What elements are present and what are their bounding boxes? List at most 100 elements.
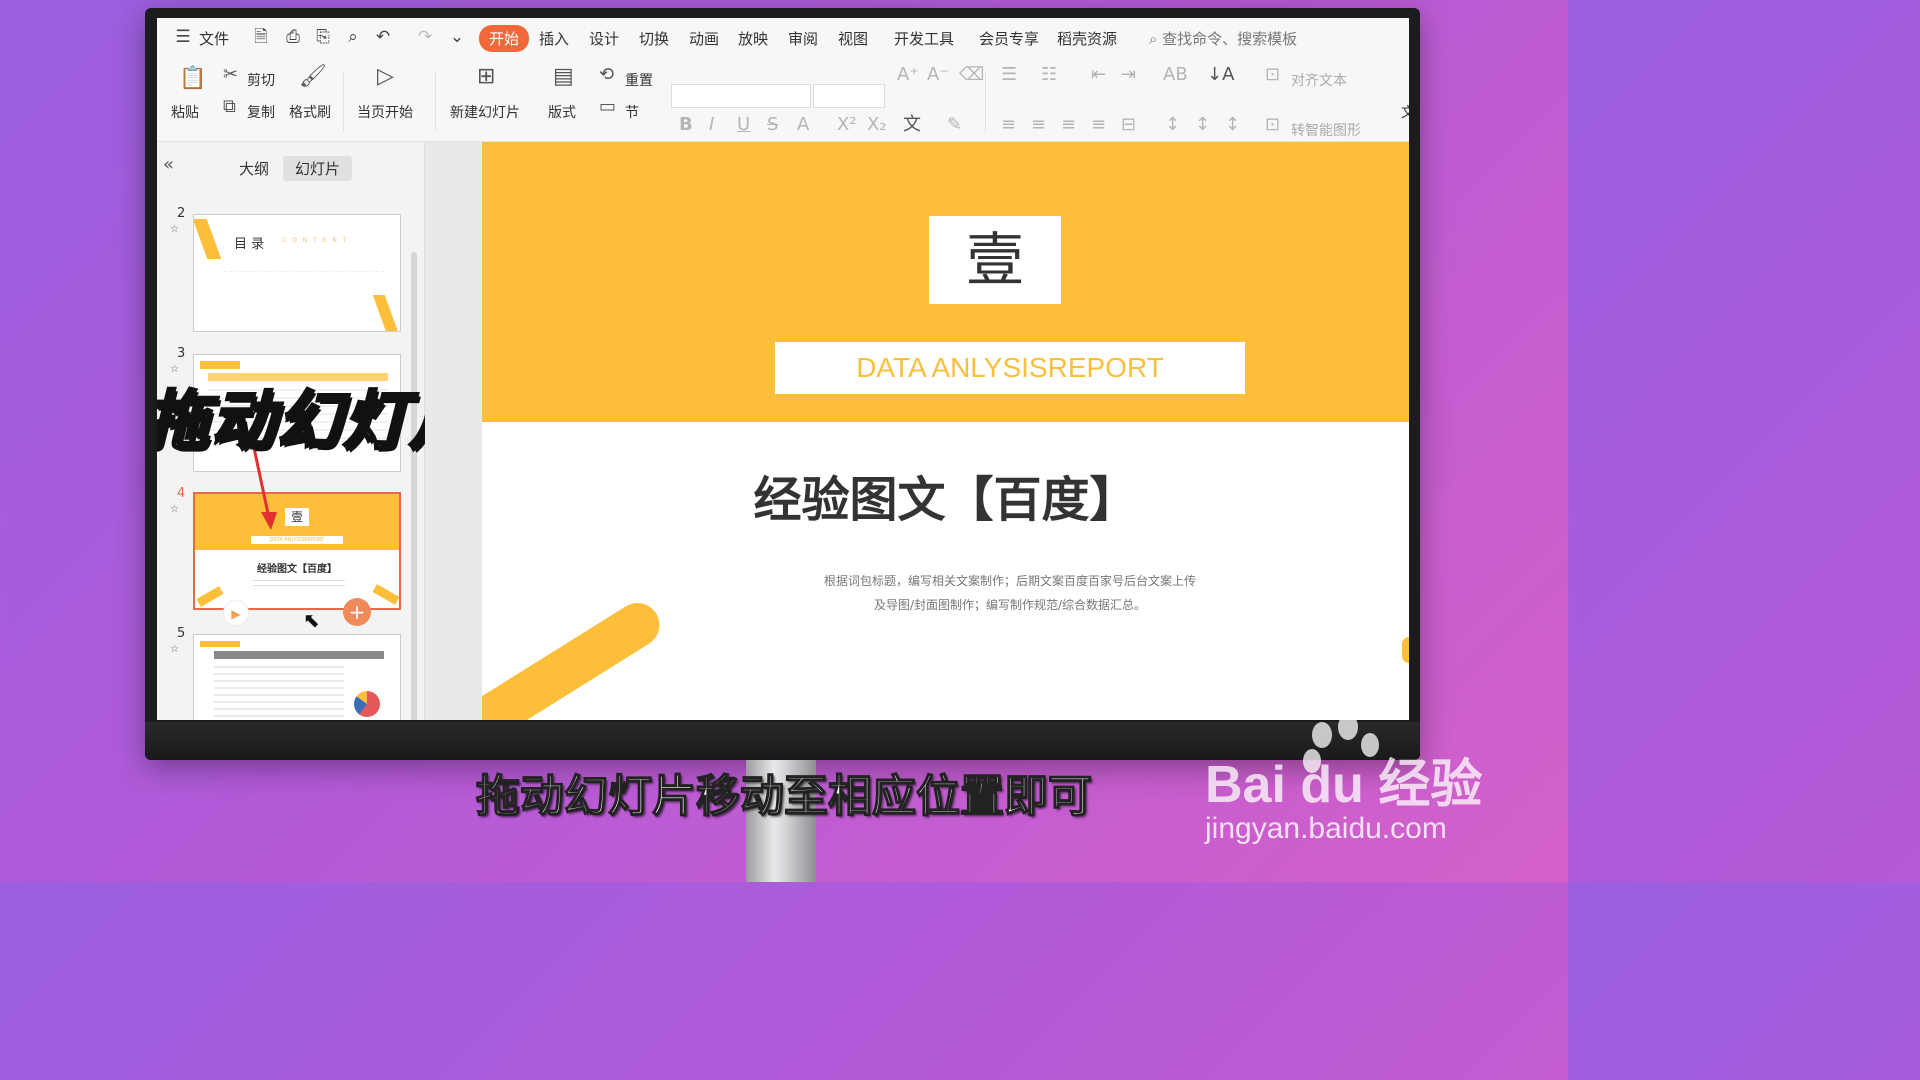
slide-subtitle-box[interactable]: DATA ANLYSISREPORT	[775, 342, 1245, 394]
thumb-content	[224, 271, 384, 305]
hamburger-menu-icon[interactable]: ☰	[173, 27, 193, 47]
decrease-indent-icon[interactable]: ⇤	[1091, 66, 1106, 84]
tab-transition[interactable]: 切换	[639, 28, 669, 49]
tab-slideshow[interactable]: 放映	[738, 28, 768, 49]
highlight-icon[interactable]: ✎	[947, 116, 962, 134]
thumbnail-scrollbar[interactable]	[411, 252, 417, 720]
current-slide-canvas[interactable]: 壹 DATA ANLYSISREPORT 经验图文【百度】 根据词包标题，编写相…	[482, 142, 1409, 720]
text-box-icon[interactable]: AB	[1163, 66, 1188, 84]
strikethrough-icon[interactable]: S	[767, 116, 778, 134]
export-icon[interactable]: ⎙	[283, 27, 303, 47]
slide-number: 5	[177, 626, 186, 641]
thumb-deco	[200, 641, 240, 647]
copy-button[interactable]: 复制	[247, 102, 275, 122]
tab-design[interactable]: 设计	[589, 28, 619, 49]
thumb-subtitle: C O N T E N T	[282, 237, 349, 244]
underline-icon[interactable]: U	[737, 116, 750, 134]
new-slide-button[interactable]: 新建幻灯片	[450, 102, 520, 122]
print-preview-icon[interactable]: ⌕	[343, 27, 363, 47]
bullet-list-icon[interactable]: ☰	[1001, 66, 1017, 84]
slide-number: 3	[177, 346, 186, 361]
slide-thumbnail-5[interactable]	[193, 634, 401, 720]
save-icon[interactable]: 🗎	[251, 27, 271, 47]
tab-slides[interactable]: 幻灯片	[283, 156, 353, 181]
section-button[interactable]: 节	[625, 102, 639, 122]
tab-insert[interactable]: 插入	[539, 28, 569, 49]
tab-outline[interactable]: 大纲	[227, 156, 281, 181]
layout-button[interactable]: 版式	[548, 102, 576, 122]
undo-icon[interactable]: ↶	[373, 27, 393, 47]
font-color-icon[interactable]: A	[797, 116, 809, 134]
spacing-dropdown-icon[interactable]: ↕	[1225, 116, 1240, 134]
superscript-icon[interactable]: X²	[837, 116, 857, 134]
smart-shape-icon[interactable]: ⊡	[1265, 116, 1280, 134]
font-family-select[interactable]	[671, 84, 811, 108]
thumb-pie-chart	[354, 691, 380, 717]
font-shrink-icon[interactable]: A⁻	[927, 66, 949, 84]
watermark-brand: Bai du 经验	[1205, 756, 1483, 814]
thumb-deco	[372, 584, 399, 605]
redo-icon[interactable]: ↷	[415, 27, 435, 47]
format-painter-button[interactable]: 格式刷	[289, 102, 331, 122]
slide-number-badge[interactable]: 壹	[929, 216, 1061, 304]
print-icon[interactable]: ⎘	[313, 27, 333, 47]
align-center-icon[interactable]: ≡	[1031, 116, 1046, 134]
tab-animation[interactable]: 动画	[689, 28, 719, 49]
command-search[interactable]: ⌕ 查找命令、搜索模板	[1149, 28, 1297, 49]
smart-shape-button[interactable]: 转智能图形	[1291, 120, 1361, 140]
distribute-icon[interactable]: ⊟	[1121, 116, 1136, 134]
phonetic-icon[interactable]: 文	[903, 116, 921, 134]
subscript-icon[interactable]: X₂	[867, 116, 887, 134]
play-icon[interactable]: ▷	[377, 66, 394, 88]
thumb-sub: DATA ANLYSISREPORT	[251, 536, 343, 544]
quick-access-dropdown-icon[interactable]: ⌄	[447, 27, 467, 47]
slide-thumbnail-4[interactable]: 壹 DATA ANLYSISREPORT 经验图文【百度】	[193, 492, 401, 610]
play-slide-icon[interactable]: ▶	[223, 600, 249, 626]
start-from-current-button[interactable]: 当页开始	[357, 102, 413, 122]
search-icon: ⌕	[1149, 30, 1163, 48]
tab-review[interactable]: 审阅	[788, 28, 818, 49]
bold-icon[interactable]: B	[679, 116, 693, 134]
tab-home[interactable]: 开始	[479, 25, 530, 52]
tab-developer[interactable]: 开发工具	[894, 28, 954, 49]
thumb-table-header	[214, 651, 384, 659]
line-spacing-icon[interactable]: ↕	[1165, 116, 1180, 134]
italic-icon[interactable]: I	[709, 116, 714, 134]
scissors-icon[interactable]: ✂	[223, 66, 238, 84]
collapse-panel-icon[interactable]: «	[163, 154, 174, 175]
slide-thumbnail-2[interactable]: 目 录 C O N T E N T	[193, 214, 401, 332]
layout-icon[interactable]: ▤	[553, 66, 574, 88]
align-right-icon[interactable]: ≡	[1061, 116, 1076, 134]
clear-format-icon[interactable]: ⌫	[959, 66, 984, 84]
paste-button[interactable]: 粘贴	[171, 102, 199, 122]
add-slide-icon[interactable]: +	[343, 598, 371, 626]
reset-icon[interactable]: ⟲	[599, 66, 614, 84]
ribbon-toolbar: 📋 粘贴 ✂ 剪切 ⧉ 复制 🖌 格式刷 ▷ 当页开始 ⊞ 新建幻灯片 ▤ 版式…	[157, 58, 1409, 142]
reset-button[interactable]: 重置	[625, 70, 653, 90]
slide-number: 4	[177, 486, 186, 501]
cut-button[interactable]: 剪切	[247, 70, 275, 90]
file-menu[interactable]: 文件	[199, 28, 229, 49]
tab-view[interactable]: 视图	[838, 28, 868, 49]
paragraph-spacing-icon[interactable]: ↕	[1195, 116, 1210, 134]
text-direction-button[interactable]: 文	[1401, 102, 1409, 122]
align-left-icon[interactable]: ≡	[1001, 116, 1016, 134]
tab-docer[interactable]: 稻壳资源	[1057, 28, 1117, 49]
numbered-list-icon[interactable]: ☷	[1041, 66, 1057, 84]
section-icon[interactable]: ▭	[599, 98, 616, 116]
sort-icon[interactable]: ↓A	[1207, 66, 1234, 84]
copy-icon[interactable]: ⧉	[223, 98, 236, 116]
new-slide-icon[interactable]: ⊞	[477, 66, 495, 88]
tab-member[interactable]: 会员专享	[979, 28, 1039, 49]
increase-indent-icon[interactable]: ⇥	[1121, 66, 1136, 84]
align-text-icon[interactable]: ⊡	[1265, 66, 1280, 84]
font-grow-icon[interactable]: A⁺	[897, 66, 919, 84]
thumb-table	[214, 661, 344, 720]
justify-icon[interactable]: ≡	[1091, 116, 1106, 134]
slide-title[interactable]: 经验图文【百度】	[482, 460, 1409, 530]
font-size-select[interactable]	[813, 84, 885, 108]
paste-icon[interactable]: 📋	[179, 68, 206, 90]
format-painter-icon[interactable]: 🖌	[299, 66, 327, 88]
slide-description-line-1[interactable]: 根据词包标题，编写相关文案制作；后期文案百度百家号后台文案上传	[482, 572, 1409, 589]
align-text-button[interactable]: 对齐文本	[1291, 70, 1347, 90]
